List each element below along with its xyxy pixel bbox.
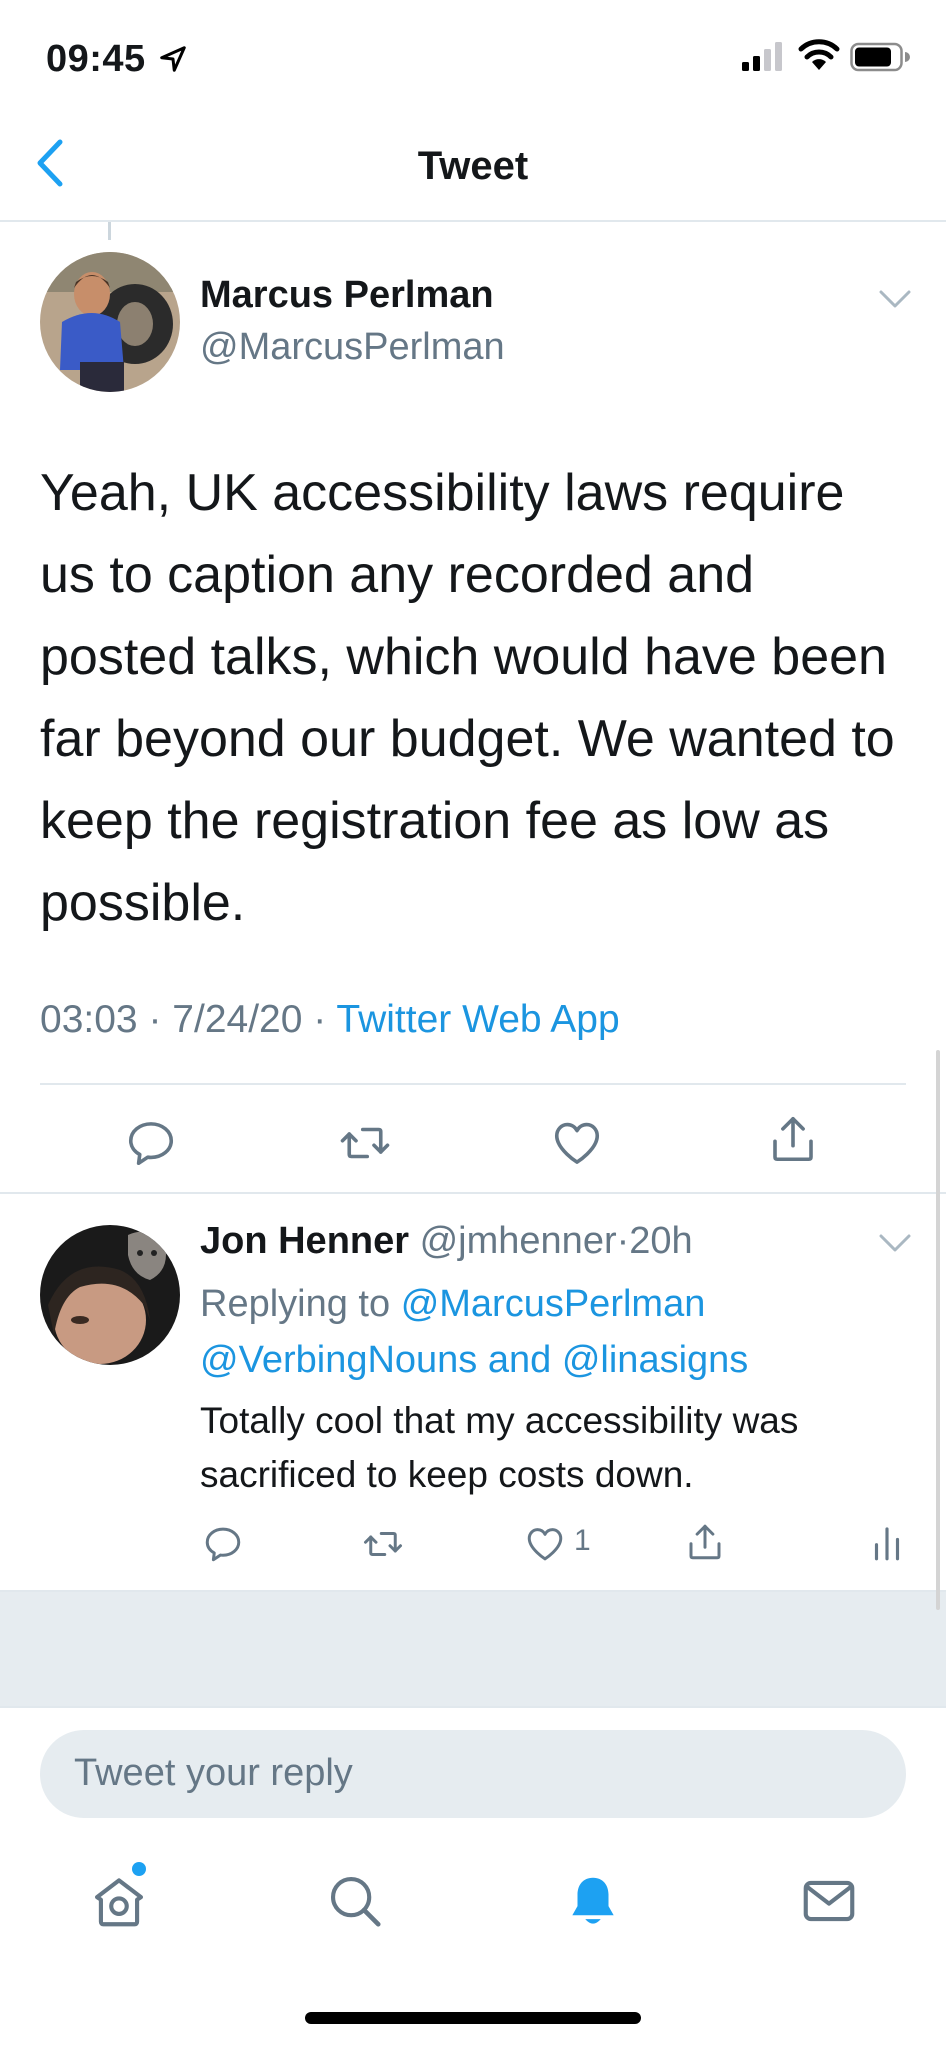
reply-icon — [128, 1122, 174, 1166]
share-icon — [773, 1116, 813, 1162]
retweet-button[interactable] — [338, 1116, 392, 1170]
mail-icon — [803, 1880, 855, 1922]
tweet-time: 03:03 — [40, 998, 138, 1041]
reply-button[interactable] — [124, 1116, 178, 1170]
tab-notifications[interactable] — [562, 1870, 624, 1932]
tweet-date: 7/24/20 — [172, 998, 303, 1041]
mention-link[interactable]: @VerbingNouns — [200, 1339, 477, 1381]
bell-icon — [572, 1877, 614, 1924]
reply-age: 20h — [629, 1220, 693, 1262]
replying-to-label: Replying to — [200, 1283, 391, 1325]
reply-author-name[interactable]: Jon Henner — [200, 1220, 409, 1262]
chevron-down-icon[interactable] — [878, 1232, 912, 1254]
heart-icon — [527, 1528, 563, 1561]
reply-button[interactable] — [202, 1523, 244, 1565]
reply-icon — [205, 1527, 241, 1562]
cellular-signal-icon — [742, 42, 782, 71]
wifi-icon — [798, 39, 840, 70]
like-button[interactable] — [550, 1116, 604, 1170]
retweet-icon — [364, 1532, 402, 1556]
replying-to-line: Replying to @MarcusPerlman @VerbingNouns… — [200, 1276, 900, 1388]
tab-home[interactable] — [88, 1870, 150, 1932]
analytics-button[interactable] — [866, 1522, 908, 1564]
battery-icon — [850, 42, 910, 72]
tab-messages[interactable] — [798, 1870, 860, 1932]
tab-search[interactable] — [324, 1870, 386, 1932]
mention-link[interactable]: @MarcusPerlman — [401, 1283, 706, 1325]
and-label: and — [487, 1339, 552, 1381]
share-button[interactable] — [766, 1112, 820, 1166]
reply-author-line: Jon Henner @jmhenner·20h — [200, 1220, 693, 1263]
tweet-reply-input[interactable]: Tweet your reply — [40, 1730, 906, 1818]
status-time: 09:45 — [46, 38, 146, 80]
tweet-metadata: 03:03 · 7/24/20 · Twitter Web App — [40, 998, 620, 1042]
divider — [40, 1083, 906, 1085]
status-bar: 09:45 — [0, 0, 946, 110]
meta-separator: · — [148, 998, 162, 1041]
navigation-header: Tweet — [0, 110, 946, 222]
tweet-text: Yeah, UK accessibility laws require us t… — [40, 464, 895, 932]
retweet-button[interactable] — [362, 1523, 404, 1565]
avatar[interactable] — [40, 252, 180, 392]
home-icon — [94, 1878, 144, 1927]
meta-separator: · — [616, 1220, 630, 1262]
thread-connector-line — [108, 222, 111, 240]
meta-separator: · — [313, 998, 327, 1041]
share-icon — [689, 1524, 721, 1560]
author-name[interactable]: Marcus Perlman — [200, 274, 494, 317]
mention-link[interactable]: @linasigns — [562, 1339, 748, 1381]
chevron-down-icon[interactable] — [878, 288, 912, 310]
tweet-source-link[interactable]: Twitter Web App — [336, 998, 619, 1041]
analytics-icon — [874, 1527, 900, 1561]
avatar[interactable] — [40, 1225, 180, 1365]
content-end-spacer — [0, 1590, 946, 1708]
author-handle[interactable]: @MarcusPerlman — [200, 326, 505, 369]
heart-icon — [554, 1122, 600, 1164]
page-title: Tweet — [417, 144, 529, 188]
like-button[interactable] — [524, 1523, 566, 1565]
new-content-dot — [132, 1862, 146, 1876]
share-button[interactable] — [684, 1521, 726, 1563]
search-icon — [330, 1876, 381, 1927]
home-indicator[interactable] — [305, 2012, 641, 2024]
location-arrow-icon — [160, 46, 186, 72]
like-count: 1 — [574, 1524, 591, 1557]
reply-tweet-text: Totally cool that my accessibility was s… — [200, 1400, 799, 1495]
reply-placeholder: Tweet your reply — [74, 1752, 353, 1794]
divider — [0, 1192, 946, 1194]
retweet-icon — [340, 1127, 390, 1159]
scroll-indicator — [936, 1050, 940, 1610]
reply-author-handle[interactable]: @jmhenner — [420, 1220, 617, 1262]
